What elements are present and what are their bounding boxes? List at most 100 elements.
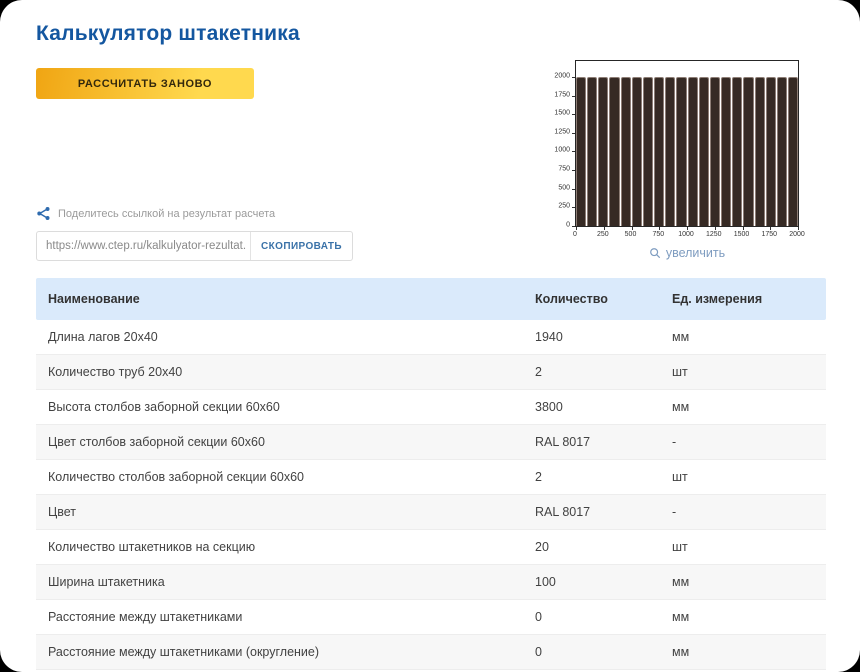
- x-tick-mark: [659, 227, 660, 230]
- row-name: Ширина штакетника: [48, 575, 535, 589]
- picket-bar: [621, 77, 631, 226]
- picket-bar: [587, 77, 597, 226]
- picket-bar: [632, 77, 642, 226]
- row-quantity: RAL 8017: [535, 505, 672, 519]
- x-tick-mark: [798, 227, 799, 230]
- picket-bar: [766, 77, 776, 226]
- x-tick-label: 2000: [789, 231, 805, 238]
- row-name: Цвет: [48, 505, 535, 519]
- row-quantity: 20: [535, 540, 672, 554]
- chart-zoom-link[interactable]: увеличить: [575, 246, 799, 260]
- chart-x-axis: 025050075010001250150017502000: [575, 231, 797, 241]
- share-url-box: СКОПИРОВАТЬ: [36, 231, 353, 261]
- x-tick-mark: [743, 227, 744, 230]
- picket-bar: [777, 77, 787, 226]
- x-tick-label: 750: [652, 231, 664, 238]
- row-name: Расстояние между штакетниками (округлени…: [48, 645, 535, 659]
- x-tick-label: 1500: [734, 231, 750, 238]
- x-tick-label: 0: [573, 231, 577, 238]
- y-tick-mark: [572, 170, 575, 171]
- y-tick-mark: [572, 114, 575, 115]
- picket-bar: [598, 77, 608, 226]
- x-tick-mark: [770, 227, 771, 230]
- row-name: Количество столбов заборной секции 60x60: [48, 470, 535, 484]
- y-tick-label: 0: [566, 222, 570, 229]
- x-tick-label: 250: [597, 231, 609, 238]
- x-tick-mark: [715, 227, 716, 230]
- table-row: Количество штакетников на секцию20шт: [36, 530, 826, 565]
- y-tick-mark: [572, 151, 575, 152]
- x-tick-label: 1250: [706, 231, 722, 238]
- x-tick-label: 500: [625, 231, 637, 238]
- picket-chart-plot: [575, 60, 799, 227]
- row-name: Длина лагов 20x40: [48, 330, 535, 344]
- share-row: Поделитесь ссылкой на результат расчета: [36, 206, 275, 221]
- copy-button[interactable]: СКОПИРОВАТЬ: [250, 232, 352, 260]
- row-quantity: RAL 8017: [535, 435, 672, 449]
- y-tick-label: 1250: [554, 128, 570, 135]
- row-quantity: 100: [535, 575, 672, 589]
- y-tick-label: 1500: [554, 110, 570, 117]
- row-unit: мм: [672, 645, 814, 659]
- share-label: Поделитесь ссылкой на результат расчета: [58, 208, 275, 220]
- row-unit: мм: [672, 575, 814, 589]
- y-tick-mark: [572, 189, 575, 190]
- picket-bars: [576, 61, 798, 226]
- picket-bar: [688, 77, 698, 226]
- y-tick-mark: [572, 96, 575, 97]
- table-header-quantity: Количество: [535, 292, 672, 306]
- picket-bar: [710, 77, 720, 226]
- magnifier-icon: [649, 247, 661, 259]
- y-tick-mark: [572, 207, 575, 208]
- y-tick-label: 750: [558, 166, 570, 173]
- table-row: Цвет столбов заборной секции 60x60RAL 80…: [36, 425, 826, 460]
- chart-zoom-link-label: увеличить: [666, 246, 725, 260]
- y-tick-mark: [572, 77, 575, 78]
- picket-bar: [721, 77, 731, 226]
- row-unit: шт: [672, 540, 814, 554]
- table-row: Расстояние между штакетниками (округлени…: [36, 635, 826, 670]
- y-tick-label: 2000: [554, 72, 570, 79]
- row-unit: -: [672, 505, 814, 519]
- calculator-page: Калькулятор штакетника РАССЧИТАТЬ ЗАНОВО…: [0, 0, 860, 672]
- y-tick-label: 500: [558, 184, 570, 191]
- row-unit: -: [672, 435, 814, 449]
- table-row: ЦветRAL 8017-: [36, 495, 826, 530]
- picket-bar: [654, 77, 664, 226]
- row-quantity: 0: [535, 610, 672, 624]
- x-tick-mark: [632, 227, 633, 230]
- share-icon: [36, 206, 51, 221]
- row-quantity: 2: [535, 470, 672, 484]
- table-header-unit: Ед. измерения: [672, 292, 814, 306]
- row-unit: мм: [672, 330, 814, 344]
- row-unit: шт: [672, 365, 814, 379]
- table-row: Высота столбов заборной секции 60x603800…: [36, 390, 826, 425]
- picket-bar: [755, 77, 765, 226]
- x-tick-label: 1750: [762, 231, 778, 238]
- x-tick-mark: [604, 227, 605, 230]
- share-url-input[interactable]: [37, 232, 250, 260]
- x-tick-label: 1000: [678, 231, 694, 238]
- row-unit: шт: [672, 470, 814, 484]
- y-tick-mark: [572, 226, 575, 227]
- x-tick-mark: [687, 227, 688, 230]
- picket-bar: [665, 77, 675, 226]
- y-tick-label: 1000: [554, 147, 570, 154]
- row-quantity: 0: [535, 645, 672, 659]
- row-name: Расстояние между штакетниками: [48, 610, 535, 624]
- picket-bar: [676, 77, 686, 226]
- table-row: Ширина штакетника100мм: [36, 565, 826, 600]
- row-unit: мм: [672, 400, 814, 414]
- row-quantity: 1940: [535, 330, 672, 344]
- picket-bar: [699, 77, 709, 226]
- y-tick-label: 250: [558, 203, 570, 210]
- table-header-name: Наименование: [48, 292, 535, 306]
- table-row: Количество труб 20x402шт: [36, 355, 826, 390]
- recalculate-button[interactable]: РАССЧИТАТЬ ЗАНОВО: [36, 68, 254, 99]
- chart-y-axis: 025050075010001250150017502000: [538, 60, 570, 225]
- row-name: Количество труб 20x40: [48, 365, 535, 379]
- y-tick-mark: [572, 133, 575, 134]
- page-title: Калькулятор штакетника: [36, 22, 300, 46]
- table-row: Длина лагов 20x401940мм: [36, 320, 826, 355]
- table-header-row: Наименование Количество Ед. измерения: [36, 278, 826, 320]
